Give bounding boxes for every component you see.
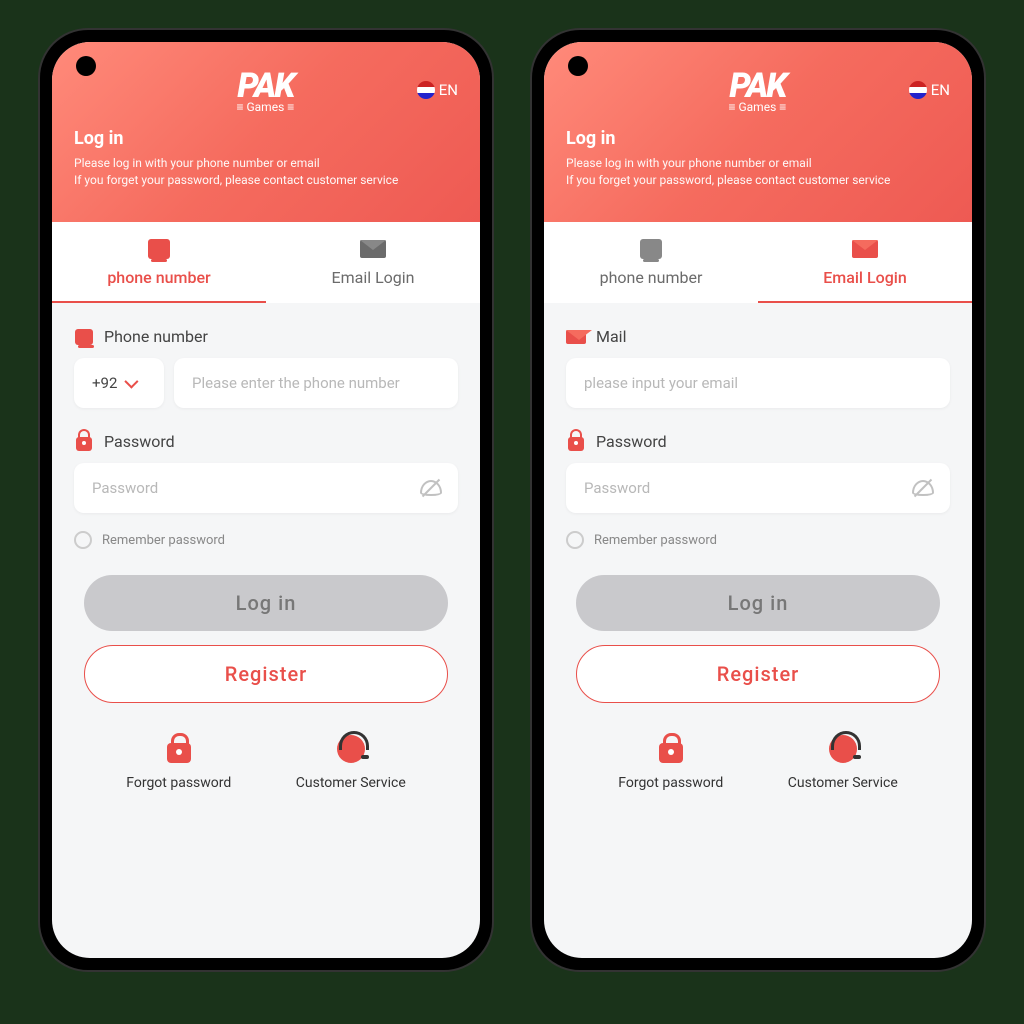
phone-input[interactable] (174, 358, 458, 408)
login-tabs: phone number Email Login (52, 222, 480, 303)
email-input[interactable] (566, 358, 950, 408)
password-input[interactable] (74, 463, 458, 513)
country-code-value: +92 (92, 374, 117, 392)
password-input[interactable] (566, 463, 950, 513)
language-selector[interactable]: EN (909, 81, 950, 99)
login-form: Mail Password Remember password Log in (544, 303, 972, 791)
password-field-label: Password (566, 432, 950, 451)
phone-field-label: Phone number (74, 327, 458, 346)
tab-email-label: Email Login (758, 268, 972, 287)
register-button[interactable]: Register (576, 645, 940, 703)
radio-icon[interactable] (74, 531, 92, 549)
flag-icon (417, 81, 435, 99)
eye-off-icon[interactable] (420, 480, 442, 496)
eye-off-icon[interactable] (912, 480, 934, 496)
password-field-label: Password (74, 432, 458, 451)
screen: PAK ≡ Games ≡ EN Log in Please log in wi… (544, 42, 972, 958)
page-title: Log in (566, 128, 950, 149)
support-icon (337, 735, 365, 763)
login-button[interactable]: Log in (576, 575, 940, 631)
tab-email[interactable]: Email Login (758, 222, 972, 303)
lock-icon (568, 437, 584, 451)
page-title: Log in (74, 128, 458, 149)
brand-logo: PAK ≡ Games ≡ (729, 66, 787, 114)
chevron-down-icon (125, 375, 139, 389)
phone-icon (640, 239, 662, 259)
tab-phone-label: phone number (544, 268, 758, 287)
page-subtitle: Please log in with your phone number or … (74, 155, 458, 189)
radio-icon[interactable] (566, 531, 584, 549)
customer-service-link[interactable]: Customer Service (788, 731, 898, 791)
phone-icon (75, 329, 93, 345)
brand-logo: PAK ≡ Games ≡ (237, 66, 295, 114)
tab-email[interactable]: Email Login (266, 222, 480, 303)
device-phone-left: PAK ≡ Games ≡ EN Log in Please log in wi… (40, 30, 492, 970)
camera-cutout (76, 56, 96, 76)
customer-service-link[interactable]: Customer Service (296, 731, 406, 791)
tab-phone[interactable]: phone number (52, 222, 266, 303)
forgot-password-link[interactable]: Forgot password (618, 731, 723, 791)
app-header: PAK ≡ Games ≡ EN Log in Please log in wi… (544, 42, 972, 222)
device-phone-right: PAK ≡ Games ≡ EN Log in Please log in wi… (532, 30, 984, 970)
login-button[interactable]: Log in (84, 575, 448, 631)
logo-subtext: ≡ Games ≡ (237, 100, 295, 114)
lock-icon (167, 743, 191, 763)
camera-cutout (568, 56, 588, 76)
forgot-password-link[interactable]: Forgot password (126, 731, 231, 791)
tab-phone[interactable]: phone number (544, 222, 758, 303)
country-code-select[interactable]: +92 (74, 358, 164, 408)
language-selector[interactable]: EN (417, 81, 458, 99)
language-label: EN (439, 81, 458, 99)
language-label: EN (931, 81, 950, 99)
tab-email-label: Email Login (266, 268, 480, 287)
screen: PAK ≡ Games ≡ EN Log in Please log in wi… (52, 42, 480, 958)
tab-phone-label: phone number (52, 268, 266, 287)
app-header: PAK ≡ Games ≡ EN Log in Please log in wi… (52, 42, 480, 222)
login-form: Phone number +92 Password (52, 303, 480, 791)
lock-icon (76, 437, 92, 451)
phone-icon (148, 239, 170, 259)
register-button[interactable]: Register (84, 645, 448, 703)
mail-icon (852, 240, 878, 258)
mail-icon (566, 330, 586, 344)
remember-password[interactable]: Remember password (74, 531, 458, 549)
mail-icon (360, 240, 386, 258)
email-field-label: Mail (566, 327, 950, 346)
support-icon (829, 735, 857, 763)
remember-password[interactable]: Remember password (566, 531, 950, 549)
logo-subtext: ≡ Games ≡ (729, 100, 787, 114)
login-tabs: phone number Email Login (544, 222, 972, 303)
lock-icon (659, 743, 683, 763)
flag-icon (909, 81, 927, 99)
page-subtitle: Please log in with your phone number or … (566, 155, 950, 189)
